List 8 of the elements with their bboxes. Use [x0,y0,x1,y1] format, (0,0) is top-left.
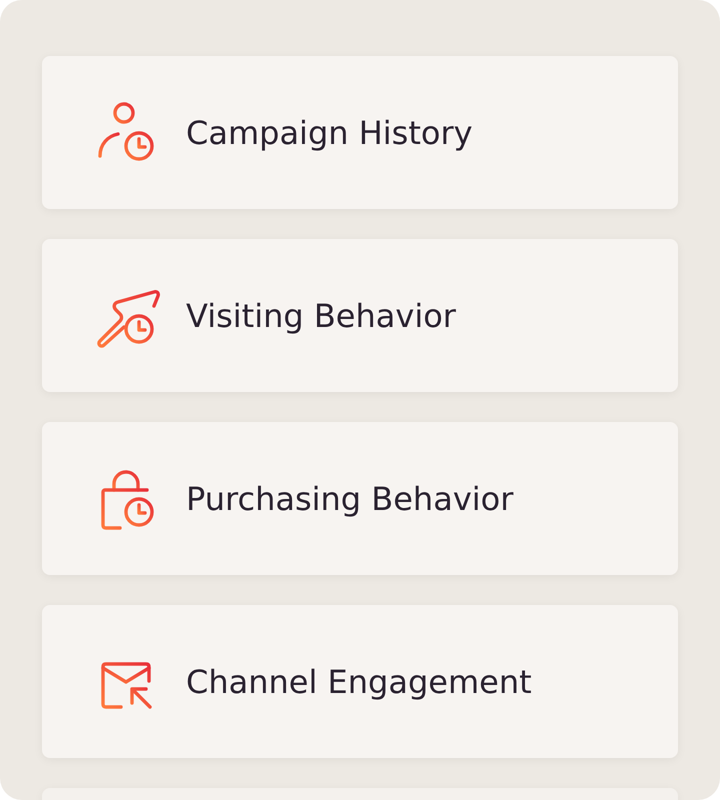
menu-label: Campaign History [186,112,473,154]
menu-card[interactable]: Visiting Behavior [42,239,678,392]
menu-card[interactable]: Campaign History [42,56,678,209]
menu-label: Channel Engagement [186,662,532,702]
menu-card[interactable]: Purchasing Behavior [42,422,678,575]
menu-label: Visiting Behavior [186,296,456,336]
menu-label: Purchasing Behavior [186,478,514,520]
menu-card[interactable]: Channel Engagement [42,605,678,758]
